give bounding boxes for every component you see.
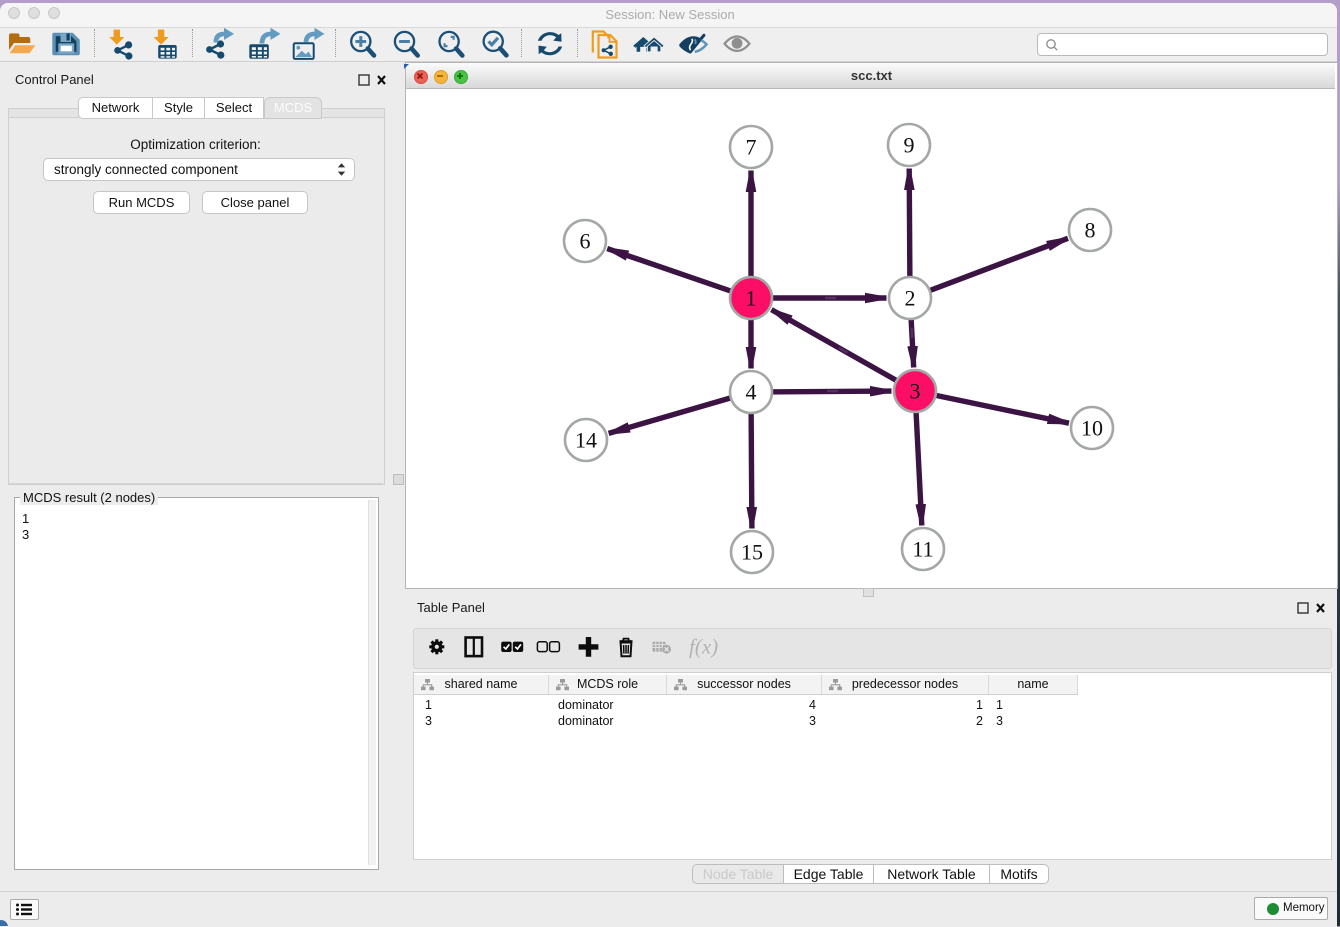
svg-text:4: 4	[746, 380, 757, 405]
svg-text:7: 7	[746, 135, 757, 160]
svg-text:14: 14	[575, 428, 597, 453]
svg-text:15: 15	[741, 540, 763, 565]
svg-text:11: 11	[912, 537, 933, 562]
svg-text:1: 1	[746, 286, 757, 311]
svg-text:10: 10	[1081, 416, 1103, 441]
svg-text:9: 9	[904, 133, 915, 158]
svg-text:6: 6	[580, 229, 591, 254]
svg-text:2: 2	[905, 286, 916, 311]
svg-text:f(x): f(x)	[689, 635, 718, 659]
svg-text:8: 8	[1085, 218, 1096, 243]
svg-text:3: 3	[910, 379, 921, 404]
